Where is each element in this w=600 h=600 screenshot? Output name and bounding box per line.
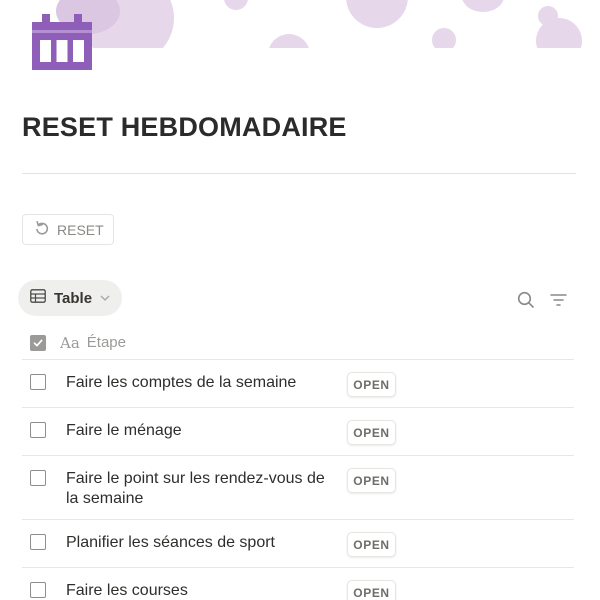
table-row[interactable]: Faire les courses OPEN (22, 568, 574, 600)
row-title[interactable]: Faire le point sur les rendez-vous de la… (66, 469, 338, 509)
reset-label: RESET (57, 221, 104, 238)
open-button[interactable]: OPEN (347, 532, 396, 557)
view-tab-label: Table (54, 289, 93, 307)
view-tab-table[interactable]: Table (18, 280, 123, 316)
open-button[interactable]: OPEN (347, 468, 396, 493)
filter-icon[interactable] (549, 290, 569, 310)
open-button[interactable]: OPEN (347, 580, 396, 600)
table-row[interactable]: Faire les comptes de la semaine OPEN (22, 360, 574, 408)
row-checkbox[interactable] (30, 582, 46, 598)
row-title[interactable]: Faire le ménage (66, 421, 338, 441)
checkbox-column-icon[interactable] (30, 334, 46, 351)
row-title[interactable]: Faire les courses (66, 581, 338, 600)
table-header: Aa Étape (22, 326, 574, 360)
row-checkbox[interactable] (30, 534, 46, 550)
row-checkbox[interactable] (30, 422, 46, 438)
table-row[interactable]: Faire le point sur les rendez-vous de la… (22, 456, 574, 520)
row-title[interactable]: Faire les comptes de la semaine (66, 373, 338, 393)
table-row[interactable]: Faire le ménage OPEN (22, 408, 574, 456)
row-checkbox[interactable] (30, 470, 46, 486)
column-header-etape[interactable]: Étape (87, 334, 126, 351)
table-row[interactable]: Planifier les séances de sport OPEN (22, 520, 574, 568)
page-title: RESET HEBDOMADAIRE (22, 112, 347, 142)
open-button[interactable]: OPEN (347, 420, 396, 445)
title-divider (22, 173, 576, 174)
table-icon (30, 289, 46, 307)
search-icon[interactable] (516, 290, 536, 310)
row-checkbox[interactable] (30, 374, 46, 390)
rotate-left-icon (34, 220, 50, 239)
reset-button[interactable]: RESET (22, 214, 114, 245)
row-title[interactable]: Planifier les séances de sport (66, 533, 338, 553)
chevron-down-icon (100, 292, 110, 304)
text-type-icon: Aa (60, 333, 80, 352)
open-button[interactable]: OPEN (347, 372, 396, 397)
calendar-icon[interactable] (32, 14, 92, 70)
